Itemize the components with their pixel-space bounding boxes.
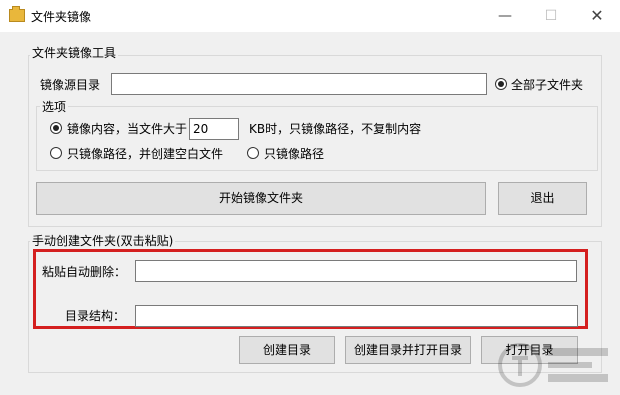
start-mirror-button[interactable]: 开始镜像文件夹 — [36, 182, 486, 215]
folder-icon — [9, 6, 25, 22]
source-dir-label: 镜像源目录 — [40, 78, 101, 92]
size-threshold-input[interactable] — [189, 118, 239, 140]
close-button[interactable]: ✕ — [574, 0, 620, 32]
window-title: 文件夹镜像 — [31, 10, 92, 24]
path-only-label[interactable]: 只镜像路径 — [264, 145, 324, 162]
paste-auto-delete-label: 粘贴自动删除： — [42, 265, 127, 279]
paste-auto-delete-input[interactable] — [135, 260, 577, 282]
watermark-logo — [498, 343, 608, 387]
options-legend: 选项 — [40, 98, 69, 115]
dir-structure-label: 目录结构： — [65, 309, 126, 323]
minimize-button[interactable]: — — [482, 0, 528, 32]
create-dir-button[interactable]: 创建目录 — [239, 336, 335, 364]
mirror-content-label[interactable]: 镜像内容，当文件大于 — [67, 120, 187, 137]
mirror-tool-legend: 文件夹镜像工具 — [30, 44, 119, 61]
exit-button[interactable]: 退出 — [498, 182, 587, 215]
size-threshold-suffix: KB时，只镜像路径，不复制内容 — [249, 122, 422, 136]
maximize-button[interactable]: ☐ — [528, 0, 574, 32]
dir-structure-input[interactable] — [135, 305, 578, 327]
path-only-radio[interactable] — [247, 147, 259, 159]
path-with-empty-files-radio[interactable] — [50, 147, 62, 159]
all-subfolders-label[interactable]: 全部子文件夹 — [511, 76, 583, 93]
title-bar: 文件夹镜像 — ☐ ✕ — [0, 0, 620, 32]
manual-create-legend: 手动创建文件夹(双击粘贴) — [30, 232, 176, 249]
create-and-open-dir-button[interactable]: 创建目录并打开目录 — [345, 336, 471, 364]
source-dir-input[interactable] — [111, 73, 487, 95]
all-subfolders-radio[interactable] — [495, 78, 507, 90]
mirror-content-radio[interactable] — [50, 122, 62, 134]
path-with-empty-files-label[interactable]: 只镜像路径，并创建空白文件 — [67, 145, 223, 162]
